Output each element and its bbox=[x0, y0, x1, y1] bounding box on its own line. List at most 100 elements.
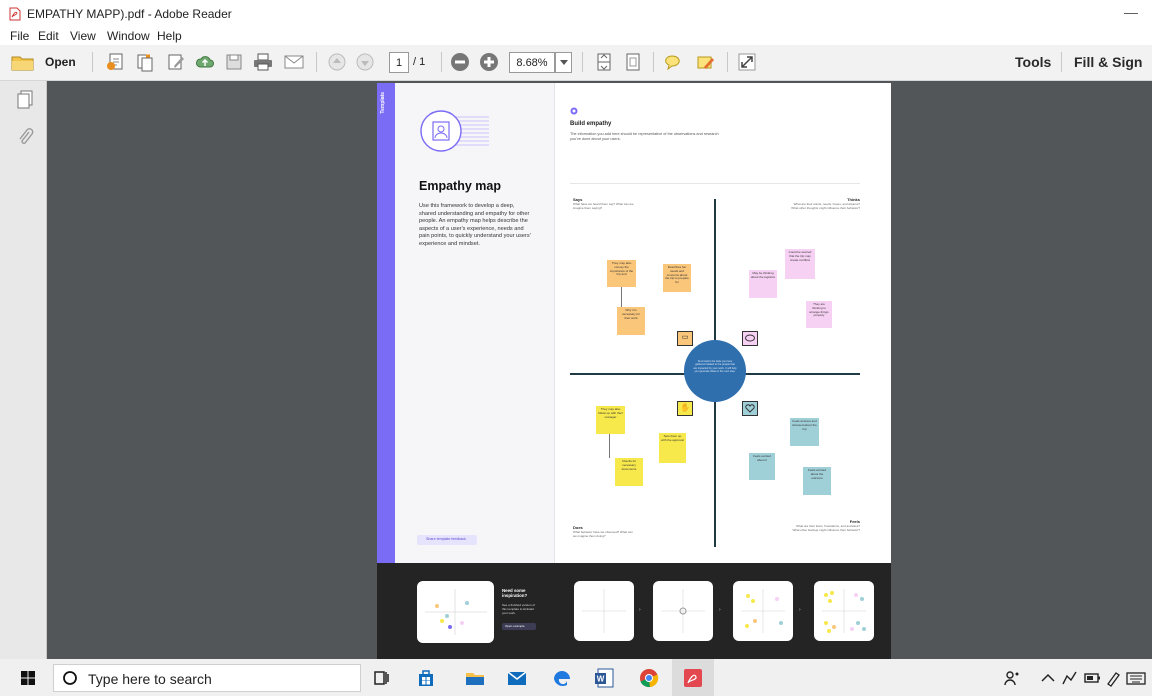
zoom-dropdown[interactable] bbox=[555, 52, 572, 73]
people-icon[interactable] bbox=[1000, 666, 1024, 690]
menu-view[interactable]: View bbox=[70, 29, 96, 43]
search-placeholder: Type here to search bbox=[88, 671, 212, 687]
next-page-button[interactable] bbox=[354, 51, 376, 73]
center-circle-text: Summarize the data you have gathered rel… bbox=[693, 360, 737, 373]
process-step-thumbnail bbox=[814, 581, 874, 641]
zoom-out-icon bbox=[451, 53, 469, 71]
page-number-input[interactable]: 1 bbox=[389, 52, 409, 73]
sticky-note: Sets them up with the approval bbox=[659, 433, 686, 463]
thinks-quadrant-icon bbox=[742, 331, 758, 346]
network-icon[interactable] bbox=[1058, 666, 1082, 690]
combine-button[interactable] bbox=[133, 51, 157, 73]
edit-button[interactable] bbox=[164, 51, 188, 73]
paperclip-icon[interactable] bbox=[16, 128, 34, 148]
page-total: / 1 bbox=[413, 56, 426, 68]
title-bar: EMPATHY MAPP).pdf - Adobe Reader — bbox=[0, 0, 1152, 28]
arrow-up-icon bbox=[328, 53, 346, 71]
does-quadrant-icon: ✋ bbox=[677, 401, 693, 416]
arrow-right-icon: › bbox=[799, 607, 801, 613]
sticky-note: Checks for necessary documents bbox=[615, 458, 643, 486]
says-quadrant-icon: ▭ bbox=[677, 331, 693, 346]
cloud-upload-icon bbox=[196, 56, 214, 68]
sticky-note: Feels anxious and stressed about the tri… bbox=[790, 418, 819, 446]
mail-icon[interactable] bbox=[505, 666, 529, 690]
toolbar-separator bbox=[316, 52, 317, 72]
process-step-thumbnail bbox=[733, 581, 793, 641]
page-thumbnails-icon[interactable] bbox=[16, 90, 34, 110]
open-button[interactable]: Open bbox=[10, 51, 86, 73]
chevron-down-icon bbox=[559, 59, 568, 65]
feedback-label: Share template feedback bbox=[426, 537, 466, 541]
fit-page-icon bbox=[597, 53, 611, 71]
inspire-text: See a finished version of this template … bbox=[502, 603, 535, 615]
edit-doc-icon bbox=[168, 54, 184, 70]
toolbar-separator bbox=[441, 52, 442, 72]
file-explorer-icon[interactable] bbox=[463, 666, 487, 690]
minimize-button[interactable]: — bbox=[1124, 4, 1138, 20]
print-button[interactable] bbox=[251, 51, 275, 73]
feels-quadrant-icon bbox=[742, 401, 758, 416]
sign-button[interactable] bbox=[693, 51, 717, 73]
keyboard-icon[interactable] bbox=[1124, 666, 1148, 690]
cortana-circle-icon bbox=[63, 671, 77, 685]
window-title: EMPATHY MAPP).pdf - Adobe Reader bbox=[27, 7, 232, 21]
chevron-up-icon[interactable] bbox=[1036, 666, 1060, 690]
word-icon[interactable]: W bbox=[592, 666, 616, 690]
expand-button[interactable] bbox=[735, 51, 759, 73]
svg-text:W: W bbox=[597, 675, 605, 684]
arrow-right-icon: › bbox=[639, 607, 641, 613]
menu-help[interactable]: Help bbox=[157, 29, 182, 43]
center-circle: Summarize the data you have gathered rel… bbox=[684, 340, 746, 402]
sticky-note: Describes her needs and concerns about t… bbox=[663, 264, 691, 292]
template-tab-label: Template bbox=[380, 92, 386, 114]
menu-window[interactable]: Window bbox=[107, 29, 150, 43]
email-button[interactable] bbox=[282, 51, 306, 73]
sticky-note: Feels worried about the outcome bbox=[803, 467, 831, 495]
zoom-level-field[interactable]: 8.68% bbox=[509, 52, 555, 73]
folder-icon bbox=[11, 56, 34, 71]
task-view-icon[interactable] bbox=[369, 666, 393, 690]
windows-start-icon[interactable] bbox=[16, 666, 40, 690]
chrome-icon[interactable] bbox=[637, 666, 661, 690]
feedback-link[interactable]: Share template feedback bbox=[417, 535, 477, 545]
build-empathy-step-icon bbox=[570, 107, 578, 115]
sticky-note: They may also convey the importance of t… bbox=[607, 260, 636, 287]
zoom-in-button[interactable] bbox=[478, 51, 500, 73]
toolbar-separator bbox=[653, 52, 654, 72]
menu-file[interactable]: File bbox=[10, 29, 29, 43]
fill-sign-link[interactable]: Fill & Sign bbox=[1074, 54, 1142, 70]
full-screen-button[interactable] bbox=[621, 51, 645, 73]
tools-link[interactable]: Tools bbox=[1015, 54, 1051, 70]
pen-icon[interactable] bbox=[1102, 666, 1126, 690]
comment-button[interactable] bbox=[663, 51, 687, 73]
toolbar-separator bbox=[582, 52, 583, 72]
battery-icon[interactable] bbox=[1080, 666, 1104, 690]
save-button[interactable] bbox=[222, 51, 246, 73]
header-divider bbox=[570, 183, 860, 184]
adobe-reader-icon[interactable] bbox=[681, 666, 705, 690]
open-example-label: Open example bbox=[505, 624, 525, 628]
example-thumbnail bbox=[417, 581, 494, 643]
template-tab: Template bbox=[377, 83, 395, 563]
menu-edit[interactable]: Edit bbox=[38, 29, 59, 43]
zoom-in-icon bbox=[480, 53, 498, 71]
menu-bar: File Edit View Window Help bbox=[0, 28, 1152, 45]
previous-page-button[interactable] bbox=[326, 51, 348, 73]
step-title: Build empathy bbox=[570, 121, 612, 127]
pdf-page: Template Empathy map Use this framework … bbox=[377, 83, 891, 661]
sticky-note: May be thinking about the logistics bbox=[749, 270, 777, 298]
arrow-right-icon: › bbox=[719, 607, 721, 613]
thinks-subtext: What are their wants, needs, hopes, and … bbox=[791, 202, 860, 210]
email-icon bbox=[284, 55, 304, 69]
profile-frame-icon bbox=[420, 110, 489, 152]
create-pdf-button[interactable] bbox=[104, 51, 128, 73]
edge-browser-icon[interactable] bbox=[550, 666, 574, 690]
fit-page-button[interactable] bbox=[592, 51, 616, 73]
taskbar-search-box[interactable]: Type here to search bbox=[53, 664, 361, 692]
store-icon[interactable] bbox=[414, 666, 438, 690]
process-step-thumbnail bbox=[653, 581, 713, 641]
upload-button[interactable] bbox=[193, 51, 217, 73]
open-example-button[interactable]: Open example bbox=[502, 623, 536, 630]
combine-files-icon bbox=[137, 54, 153, 72]
zoom-out-button[interactable] bbox=[449, 51, 471, 73]
